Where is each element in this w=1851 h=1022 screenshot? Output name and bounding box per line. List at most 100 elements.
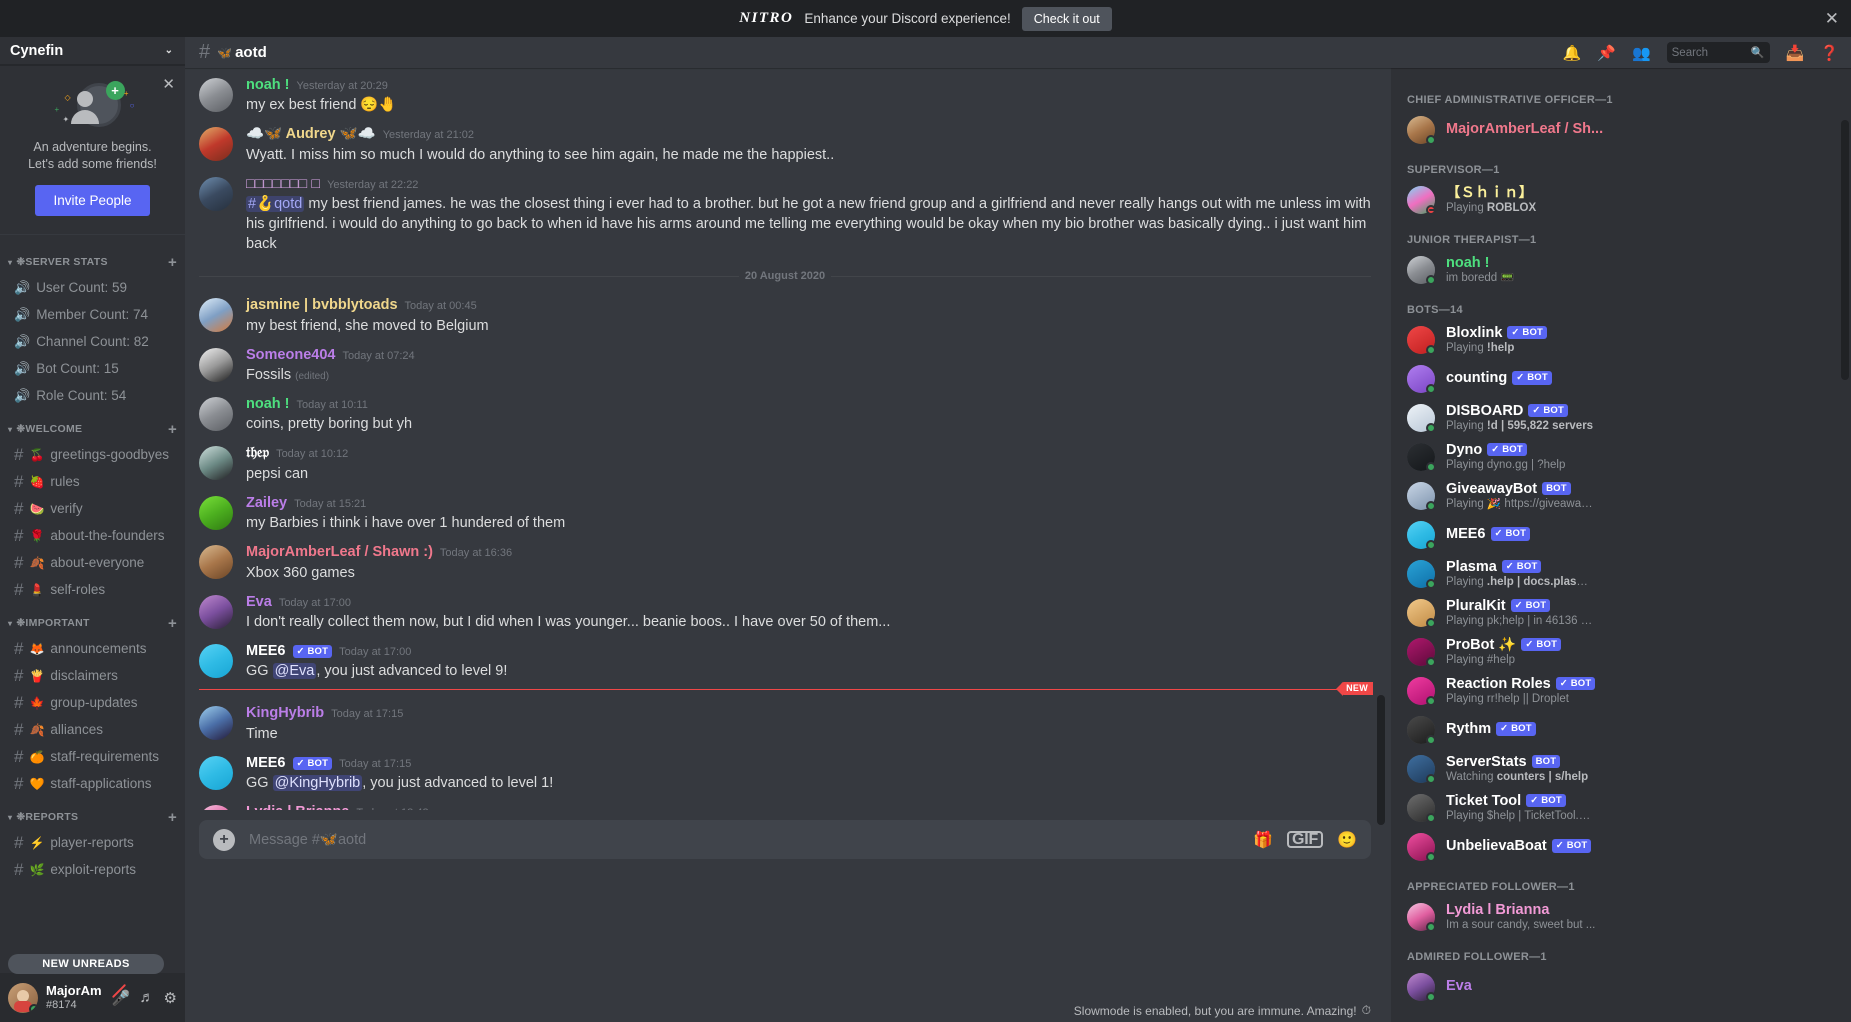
sidebar-channel-about-the-founders[interactable]: # 🌹 about-the-founders (8, 523, 177, 549)
server-header[interactable]: Cynefin ⌄ (0, 37, 185, 65)
avatar[interactable] (199, 298, 233, 333)
sidebar-channel-alliances[interactable]: # 🍂 alliances (8, 717, 177, 743)
member-list-item[interactable]: Lydia l Brianna Im a sour candy, sweet bu… (1399, 898, 1843, 936)
inbox-icon[interactable]: 📥 (1786, 44, 1805, 62)
channel-category[interactable]: ▾ ❉WELCOME + (0, 410, 185, 441)
member-list-item[interactable]: DISBOARD ✓ BOT Playing !d | 595,822 server… (1399, 399, 1843, 437)
member-list-item[interactable]: 【Ｓｈｉｎ】 Playing ROBLOX (1399, 181, 1843, 219)
message-scrollbar[interactable] (1377, 695, 1385, 825)
headset-icon[interactable]: ♬ (140, 989, 155, 1006)
add-channel-icon[interactable]: + (168, 255, 177, 270)
gift-icon[interactable]: 🎁 (1253, 830, 1273, 850)
member-scrollbar[interactable] (1841, 120, 1849, 380)
message-author[interactable]: □□□□□□□ □ (246, 176, 320, 193)
sidebar-channel-user-count-59[interactable]: 🔊 User Count: 59 (8, 275, 177, 301)
sidebar-channel-player-reports[interactable]: # ⚡ player-reports (8, 830, 177, 856)
sidebar-channel-member-count-74[interactable]: 🔊 Member Count: 74 (8, 302, 177, 328)
gif-icon[interactable]: GIF (1287, 831, 1324, 848)
member-list-item[interactable]: Dyno ✓ BOT Playing dyno.gg | ?help (1399, 438, 1843, 476)
sidebar-channel-channel-count-82[interactable]: 🔊 Channel Count: 82 (8, 329, 177, 355)
avatar[interactable] (199, 396, 233, 431)
add-channel-icon[interactable]: + (168, 616, 177, 631)
member-list-item[interactable]: Eva (1399, 968, 1843, 1006)
message-author[interactable]: MajorAmberLeaf / Shawn :) (246, 544, 433, 561)
avatar[interactable] (199, 706, 233, 741)
avatar[interactable] (199, 127, 233, 162)
user-mention[interactable]: @Eva (272, 663, 317, 680)
avatar[interactable] (199, 594, 233, 629)
member-list-item[interactable]: GiveawayBot BOT Playing 🎉 https://giveaway… (1399, 477, 1843, 515)
channel-category[interactable]: ▾ ❉SERVER STATS + (0, 243, 185, 274)
add-channel-icon[interactable]: + (168, 422, 177, 437)
message-author[interactable]: 𝔱𝔥𝔢𝔭 (246, 445, 269, 462)
sidebar-channel-announcements[interactable]: # 🦊 announcements (8, 636, 177, 662)
member-list-item[interactable]: ProBot ✨ ✓ BOT Playing #help (1399, 633, 1843, 671)
message-author[interactable]: MEE6 (246, 755, 286, 772)
mic-muted-icon[interactable]: 🎤 (112, 989, 131, 1007)
member-list-item[interactable]: ServerStats BOT Watching counters | s/help (1399, 750, 1843, 788)
message-author[interactable]: Zailey (246, 495, 287, 512)
bell-icon[interactable]: 🔔 (1563, 44, 1582, 62)
member-list-item[interactable]: noah ! im boredd 📟 (1399, 251, 1843, 289)
pin-icon[interactable]: 📌 (1597, 44, 1616, 62)
sidebar-channel-exploit-reports[interactable]: # 🌿 exploit-reports (8, 857, 177, 883)
avatar[interactable] (199, 755, 233, 790)
avatar[interactable] (199, 347, 233, 382)
add-channel-icon[interactable]: + (168, 810, 177, 825)
emoji-icon[interactable]: 🙂 (1337, 830, 1357, 850)
message-author[interactable]: Lydia l Brianna (246, 804, 349, 810)
invite-people-button[interactable]: Invite People (35, 184, 150, 216)
sidebar-channel-disclaimers[interactable]: # 🍟 disclaimers (8, 663, 177, 689)
avatar[interactable] (199, 495, 233, 530)
help-icon[interactable]: ❓ (1820, 44, 1839, 62)
member-list-item[interactable]: MEE6 ✓ BOT (1399, 516, 1843, 554)
message-author[interactable]: KingHybrib (246, 705, 324, 722)
avatar[interactable] (8, 982, 38, 1013)
sidebar-channel-staff-requirements[interactable]: # 🍊 staff-requirements (8, 744, 177, 770)
avatar[interactable] (199, 78, 233, 112)
member-list-item[interactable]: Plasma ✓ BOT Playing .help | docs.plasmabo… (1399, 555, 1843, 593)
avatar[interactable] (199, 545, 233, 580)
close-icon[interactable]: ✕ (1825, 10, 1839, 27)
message-author[interactable]: Eva (246, 594, 272, 611)
message-author[interactable]: MEE6 (246, 643, 286, 660)
sidebar-channel-bot-count-15[interactable]: 🔊 Bot Count: 15 (8, 356, 177, 382)
message-author[interactable]: jasmine | bvbblytoads (246, 297, 398, 314)
members-icon[interactable]: 👥 (1632, 44, 1651, 62)
member-list-item[interactable]: Rythm ✓ BOT (1399, 711, 1843, 749)
sidebar-channel-staff-applications[interactable]: # 🧡 staff-applications (8, 771, 177, 797)
gear-icon[interactable]: ⚙ (164, 989, 177, 1007)
close-icon[interactable]: ✕ (162, 75, 175, 93)
avatar[interactable] (199, 446, 233, 481)
avatar[interactable] (199, 176, 233, 211)
sidebar-channel-rules[interactable]: # 🍓 rules (8, 469, 177, 495)
sidebar-channel-greetings-goodbyes[interactable]: # 🍒 greetings-goodbyes (8, 442, 177, 468)
message-input-box[interactable]: + Message #🦋aotd 🎁 GIF 🙂 (199, 820, 1371, 859)
member-list-item[interactable]: UnbelievaBoat ✓ BOT (1399, 828, 1843, 866)
sidebar-channel-about-everyone[interactable]: # 🍂 about-everyone (8, 550, 177, 576)
member-list-item[interactable]: MajorAmberLeaf / Sh... (1399, 111, 1843, 149)
member-list-item[interactable]: Ticket Tool ✓ BOT Playing $help | TicketTo… (1399, 789, 1843, 827)
member-list-item[interactable]: Bloxlink ✓ BOT Playing !help (1399, 321, 1843, 359)
sidebar-channel-group-updates[interactable]: # 🍁 group-updates (8, 690, 177, 716)
channel-category[interactable]: ▾ ❉REPORTS + (0, 798, 185, 829)
member-list-item[interactable]: PluralKit ✓ BOT Playing pk;help | in 46136… (1399, 594, 1843, 632)
sidebar-channel-role-count-54[interactable]: 🔊 Role Count: 54 (8, 383, 177, 409)
sidebar-channel-verify[interactable]: # 🍉 verify (8, 496, 177, 522)
message-author[interactable]: noah ! (246, 396, 290, 413)
new-unreads-bar[interactable]: NEW UNREADS (8, 954, 164, 974)
channel-mention[interactable]: #🪝qotd (246, 196, 305, 213)
member-list-item[interactable]: counting ✓ BOT (1399, 360, 1843, 398)
attach-file-button[interactable]: + (213, 828, 235, 851)
message-author[interactable]: Someone404 (246, 347, 335, 364)
user-mention[interactable]: @KingHybrib (272, 775, 363, 792)
message-author[interactable]: ☁️🦋 Audrey 🦋☁️ (246, 126, 376, 143)
channel-category[interactable]: ▾ ❉IMPORTANT + (0, 604, 185, 635)
nitro-check-it-out-button[interactable]: Check it out (1021, 6, 1112, 31)
member-list-item[interactable]: Reaction Roles ✓ BOT Playing rr!help || Dr… (1399, 672, 1843, 710)
message-author[interactable]: noah ! (246, 77, 290, 94)
avatar[interactable] (199, 805, 233, 810)
search-input[interactable]: Search 🔍 (1666, 42, 1770, 63)
sidebar-channel-self-roles[interactable]: # 💄 self-roles (8, 577, 177, 603)
avatar[interactable] (199, 643, 233, 678)
